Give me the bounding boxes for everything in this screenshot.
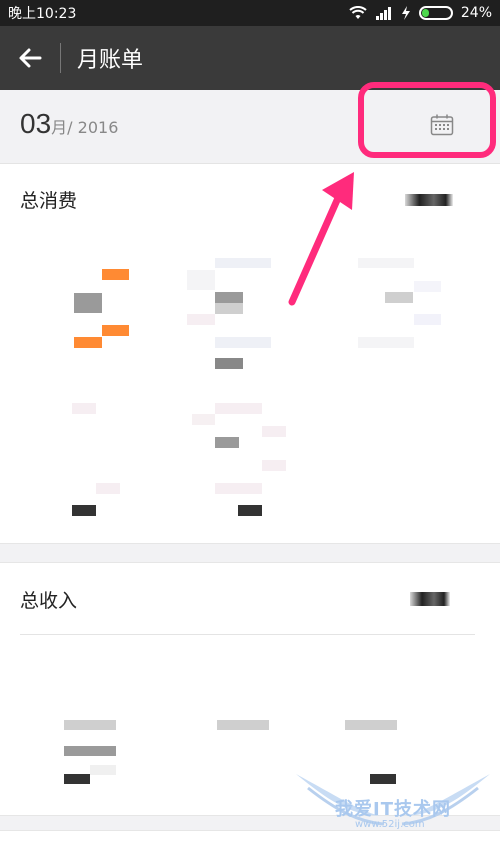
battery-fill xyxy=(421,9,429,17)
expense-bar xyxy=(187,314,215,325)
title-divider xyxy=(60,43,61,73)
expense-bar xyxy=(385,292,413,303)
watermark-text: 我爱IT技术网 xyxy=(335,799,451,820)
expense-bar xyxy=(215,403,262,414)
month-number: 03 xyxy=(20,108,52,139)
current-month: 03 月 / 2016 xyxy=(20,108,118,140)
expense-bar xyxy=(74,337,102,348)
expense-label: 总消费 xyxy=(20,190,78,212)
charging-icon xyxy=(401,6,410,20)
income-total-value xyxy=(410,592,450,606)
expense-bar xyxy=(215,437,239,448)
expense-bar xyxy=(96,483,120,494)
status-bar: 晚上10:23 24% xyxy=(0,0,500,26)
income-bar xyxy=(64,774,90,784)
income-bar xyxy=(64,720,116,730)
back-arrow-icon xyxy=(19,48,42,68)
expense-bar xyxy=(74,293,102,313)
expense-bar xyxy=(72,505,96,516)
expense-bar xyxy=(215,337,271,348)
expense-bar xyxy=(192,414,215,425)
status-time: 晚上10:23 xyxy=(8,6,77,22)
expense-bar xyxy=(215,258,271,268)
expense-bar xyxy=(187,270,215,290)
expense-chart xyxy=(0,240,500,540)
income-label: 总收入 xyxy=(20,590,78,612)
expense-bar xyxy=(358,337,414,348)
expense-bar xyxy=(102,325,129,336)
income-bar xyxy=(217,720,269,730)
income-divider xyxy=(20,634,475,635)
income-chart xyxy=(0,640,500,790)
expense-bar xyxy=(215,303,243,314)
battery-percent: 24% xyxy=(460,5,492,21)
expense-bar xyxy=(102,269,129,280)
signal-icon xyxy=(375,7,391,20)
expense-bar xyxy=(215,358,243,369)
expense-bar xyxy=(215,483,262,494)
annotation-highlight-box xyxy=(358,82,496,158)
status-icons: 24% xyxy=(349,5,492,21)
watermark-url: www.52ij.com xyxy=(355,819,425,830)
expense-bar xyxy=(262,426,286,437)
page-title: 月账单 xyxy=(77,48,144,73)
expense-bar xyxy=(262,460,286,471)
battery-icon xyxy=(418,6,453,20)
year: / 2016 xyxy=(67,118,119,137)
back-button[interactable] xyxy=(0,26,60,90)
expense-total-value xyxy=(405,194,453,206)
title-bar: 月账单 xyxy=(0,26,500,90)
expense-bar xyxy=(414,281,441,292)
income-bar xyxy=(90,765,116,775)
income-bar xyxy=(64,746,116,756)
month-unit: 月 xyxy=(51,118,68,137)
expense-bar xyxy=(215,292,243,303)
expense-bar xyxy=(414,314,441,325)
expense-bar xyxy=(358,258,414,268)
income-bar xyxy=(345,720,397,730)
section-separator xyxy=(0,543,500,563)
wifi-icon xyxy=(349,6,367,19)
expense-bar xyxy=(72,403,96,414)
expense-bar xyxy=(238,505,262,516)
